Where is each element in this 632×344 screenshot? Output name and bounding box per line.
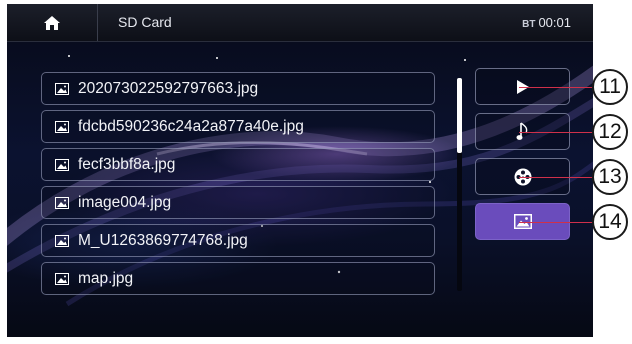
file-item[interactable]: 202073022592797663.jpg [41, 72, 435, 105]
file-name: fdcbd590236c24a2a877a40e.jpg [78, 117, 304, 135]
callout-number: 13 [592, 159, 628, 195]
image-icon [55, 158, 69, 171]
image-icon [55, 120, 69, 133]
source-title: SD Card [118, 14, 172, 30]
callout-line [519, 87, 593, 88]
file-name: M_U1263869774768.jpg [78, 231, 248, 249]
file-item[interactable]: M_U1263869774768.jpg [41, 224, 435, 257]
scrollbar-thumb[interactable] [457, 78, 462, 153]
callout-number: 12 [592, 114, 628, 150]
callout-line [519, 222, 593, 223]
file-item[interactable]: map.jpg [41, 262, 435, 295]
home-icon [44, 15, 60, 30]
callout-line [519, 132, 593, 133]
bluetooth-status: BT 00:01 [522, 15, 571, 30]
file-item[interactable]: fecf3bbf8a.jpg [41, 148, 435, 181]
callout-line [519, 177, 593, 178]
file-name: 202073022592797663.jpg [78, 79, 259, 97]
file-name: fecf3bbf8a.jpg [78, 155, 176, 173]
file-item[interactable]: fdcbd590236c24a2a877a40e.jpg [41, 110, 435, 143]
clock-time: 00:01 [538, 15, 571, 30]
image-icon [55, 82, 69, 95]
bt-label: BT [522, 19, 536, 30]
file-name: image004.jpg [78, 193, 172, 211]
image-icon [55, 272, 69, 285]
callout-number: 11 [592, 69, 628, 105]
home-button[interactable] [7, 4, 98, 41]
device-screen: SD Card BT 00:01 202073022592797663.jpg f… [7, 4, 593, 337]
file-name: map.jpg [78, 269, 134, 287]
image-icon [55, 196, 69, 209]
image-icon [55, 234, 69, 247]
callout-number: 14 [592, 204, 628, 240]
top-bar: SD Card BT 00:01 [7, 4, 593, 42]
file-item[interactable]: image004.jpg [41, 186, 435, 219]
